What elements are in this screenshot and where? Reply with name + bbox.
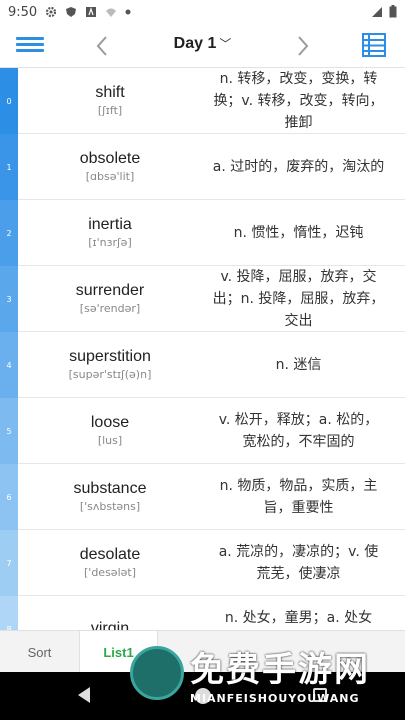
row-index: 8	[0, 596, 18, 630]
app-bar: Day 1 ﹀	[0, 24, 405, 68]
word-text: substance	[73, 480, 147, 497]
chevron-right-icon[interactable]	[293, 32, 313, 60]
word-text: inertia	[88, 216, 132, 233]
word-column: loose [lus]	[18, 398, 202, 463]
definition-text: n. 物质，物品，实质，主旨，重要性	[219, 477, 378, 516]
wifi-icon	[106, 8, 117, 17]
signal-icon	[372, 6, 382, 17]
day-title: Day 1	[173, 35, 217, 52]
list-item[interactable]: 0 shift [ʃɪft] n. 转移，改变，变换，转换；v. 转移，改变，转向，推…	[0, 68, 405, 134]
row-index: 6	[0, 464, 18, 530]
definition-text: n. 转移，改变，变换，转换；v. 转移，改变，转向，推卸	[213, 70, 384, 131]
word-column: superstition [supər'stɪʃ(ə)n]	[18, 332, 202, 397]
word-text: obsolete	[79, 150, 141, 167]
bottom-tabs: Sort List1	[0, 630, 405, 673]
dot-icon	[125, 9, 131, 15]
tab-sort[interactable]: Sort	[0, 631, 79, 673]
row-index: 1	[0, 134, 18, 200]
list-item[interactable]: 3 surrender [sə'rendər] v. 投降，屈服，放弃，交出；n. 投…	[0, 266, 405, 332]
chevron-left-icon[interactable]	[92, 32, 112, 60]
phonetic-text: [ʃɪft]	[97, 104, 123, 117]
word-text: surrender	[75, 282, 145, 299]
list-item[interactable]: 7 desolate ['desələt] a. 荒凉的，凄凉的；v. 使荒芜，使凄凉	[0, 530, 405, 596]
word-column: surrender [sə'rendər]	[18, 266, 202, 331]
definition-text: a. 荒凉的，凄凉的；v. 使荒芜，使凄凉	[218, 543, 379, 582]
definition-text: a. 过时的，废弃的，淘汰的	[212, 158, 385, 175]
word-text: loose	[90, 414, 130, 431]
system-nav-bar	[0, 672, 405, 720]
row-index: 7	[0, 530, 18, 596]
definition-text: v. 松开，释放；a. 松的，宽松的，不牢固的	[218, 411, 379, 450]
row-index: 5	[0, 398, 18, 464]
tab-list1[interactable]: List1	[79, 631, 158, 673]
list-item[interactable]: 8 virgin n. 处女，童男；a. 处女的，	[0, 596, 405, 630]
phonetic-text: ['desələt]	[84, 566, 136, 579]
word-column: inertia [ɪ'nɜrʃə]	[18, 200, 202, 265]
battery-icon	[389, 5, 397, 18]
word-list[interactable]: 0 shift [ʃɪft] n. 转移，改变，变换，转换；v. 转移，改变，转向，推…	[0, 68, 405, 630]
definition-text: n. 惯性，惰性，迟钝	[233, 224, 364, 241]
chevron-down-icon: ﹀	[219, 37, 232, 51]
row-index: 4	[0, 332, 18, 398]
phonetic-text: ['sʌbstəns]	[79, 500, 141, 513]
list-view-icon[interactable]	[362, 33, 386, 57]
word-text: virgin	[90, 619, 130, 631]
word-text: desolate	[79, 546, 141, 563]
list-item[interactable]: 5 loose [lus] v. 松开，释放；a. 松的，宽松的，不牢固的	[0, 398, 405, 464]
status-bar: 9:50	[0, 0, 405, 24]
list-item[interactable]: 2 inertia [ɪ'nɜrʃə] n. 惯性，惰性，迟钝	[0, 200, 405, 266]
word-column: obsolete [ɑbsə'lit]	[18, 134, 202, 199]
word-column: substance ['sʌbstəns]	[18, 464, 202, 529]
home-icon[interactable]	[195, 688, 211, 704]
gear-icon	[46, 6, 57, 18]
phonetic-text: [ɪ'nɜrʃə]	[88, 236, 132, 249]
word-text: superstition	[69, 348, 151, 365]
day-selector[interactable]: Day 1 ﹀	[130, 35, 275, 53]
shield-icon	[66, 7, 77, 17]
definition-text: v. 投降，屈服，放弃，交出；n. 投降，屈服，放弃，交出	[212, 268, 385, 329]
list-item[interactable]: 1 obsolete [ɑbsə'lit] a. 过时的，废弃的，淘汰的	[0, 134, 405, 200]
row-index: 2	[0, 200, 18, 266]
hamburger-menu-icon[interactable]	[16, 34, 44, 58]
phonetic-text: [sə'rendər]	[79, 302, 141, 315]
phonetic-text: [supər'stɪʃ(ə)n]	[68, 368, 152, 381]
phonetic-text: [lus]	[97, 434, 123, 447]
word-column: shift [ʃɪft]	[18, 68, 202, 133]
list-item[interactable]: 4 superstition [supər'stɪʃ(ə)n] n. 迷信	[0, 332, 405, 398]
list-item[interactable]: 6 substance ['sʌbstəns] n. 物质，物品，实质，主旨，重要性	[0, 464, 405, 530]
word-column: virgin	[18, 596, 202, 631]
word-text: shift	[95, 84, 125, 101]
status-time: 9:50	[8, 4, 38, 20]
recents-icon[interactable]	[313, 688, 327, 702]
row-index: 3	[0, 266, 18, 332]
phonetic-text: [ɑbsə'lit]	[85, 170, 135, 183]
definition-text: n. 处女，童男；a. 处女的，	[224, 609, 373, 626]
back-icon[interactable]	[76, 686, 92, 704]
a-icon	[86, 7, 97, 17]
word-column: desolate ['desələt]	[18, 530, 202, 595]
definition-text: n. 迷信	[275, 356, 322, 373]
row-index: 0	[0, 68, 18, 134]
